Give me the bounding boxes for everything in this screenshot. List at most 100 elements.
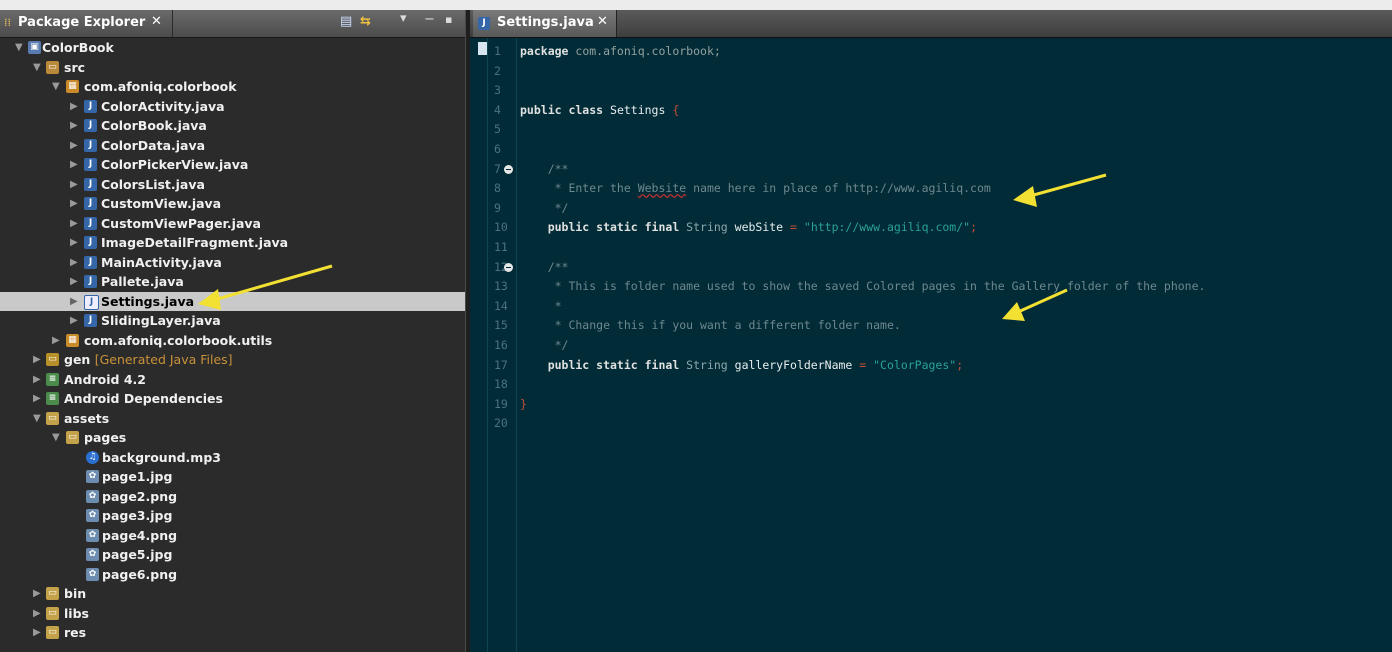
- collapsed-twisty-icon[interactable]: ▶: [70, 214, 80, 234]
- tree-item-src[interactable]: ▼ ▭ src: [0, 58, 465, 78]
- tree-item-customview[interactable]: ▶ J CustomView.java: [0, 194, 465, 214]
- java-file-icon: J: [84, 119, 97, 132]
- tree-item-android-4-2[interactable]: ▶ ≡ Android 4.2: [0, 370, 465, 390]
- tree-item-page2[interactable]: ✿ page2.png: [0, 487, 465, 507]
- tree-item-pages[interactable]: ▼ ▭ pages: [0, 428, 465, 448]
- view-menu-icon[interactable]: ▾: [400, 11, 407, 26]
- generated-folder-icon: ▭: [46, 353, 59, 366]
- collapsed-twisty-icon[interactable]: ▶: [33, 370, 43, 390]
- collapsed-twisty-icon[interactable]: ▶: [33, 623, 43, 643]
- tree-item-customviewpager[interactable]: ▶ J CustomViewPager.java: [0, 214, 465, 234]
- tab-divider: [172, 10, 173, 37]
- collapse-all-icon[interactable]: ▤: [340, 14, 352, 29]
- image-file-icon: ✿: [86, 567, 99, 581]
- folder-icon: ▭: [46, 411, 59, 425]
- maximize-icon[interactable]: ▪: [445, 13, 452, 26]
- close-view-icon[interactable]: ✕: [151, 14, 162, 29]
- tree-item-coloractivity[interactable]: ▶ J ColorActivity.java: [0, 97, 465, 117]
- tree-item-page6[interactable]: ✿ page6.png: [0, 565, 465, 585]
- collapsed-twisty-icon[interactable]: ▶: [33, 350, 43, 370]
- line-number: 16: [494, 338, 508, 352]
- java-file-icon: J: [84, 197, 97, 210]
- collapsed-twisty-icon[interactable]: ▶: [70, 97, 80, 117]
- code-line-package: package com.afoniq.colorbook;: [520, 44, 721, 58]
- collapsed-twisty-icon[interactable]: ▶: [70, 175, 80, 195]
- collapsed-twisty-icon[interactable]: ▶: [70, 194, 80, 214]
- line-number: 14: [494, 298, 508, 313]
- tree-item-colorbook[interactable]: ▼ ▣ ColorBook: [0, 38, 465, 58]
- tree-item-package-colorbook[interactable]: ▼ ▦ com.afoniq.colorbook: [0, 77, 465, 97]
- code-line-comment: * Enter the Website name here in place o…: [520, 181, 991, 196]
- tree-item-page1[interactable]: ✿ page1.jpg: [0, 467, 465, 487]
- editor-tab-title: Settings.java: [497, 15, 594, 30]
- line-number: 17: [494, 357, 508, 372]
- collapsed-twisty-icon[interactable]: ▶: [70, 272, 80, 292]
- tree-item-gen[interactable]: ▶ ▭ gen [Generated Java Files]: [0, 350, 465, 370]
- java-file-icon: J: [84, 99, 97, 113]
- collapsed-twisty-icon[interactable]: ▶: [70, 233, 80, 253]
- tree-item-colorbook-java[interactable]: ▶ J ColorBook.java: [0, 116, 465, 136]
- tree-item-libs[interactable]: ▶ ▭ libs: [0, 604, 465, 624]
- tree-item-colordata[interactable]: ▶ J ColorData.java: [0, 136, 465, 156]
- library-icon: ≡: [46, 372, 59, 386]
- code-line-comment: * Change this if you want a different fo…: [520, 318, 901, 333]
- java-file-icon: J: [84, 294, 99, 310]
- tree-item-imagedetailfragment[interactable]: ▶ J ImageDetailFragment.java: [0, 233, 465, 253]
- line-number-gutter: 1 2 3 4 5 6 7 8 9 10 11 12 13 14 15 16 1…: [487, 38, 517, 652]
- tree-item-page3[interactable]: ✿ page3.jpg: [0, 506, 465, 526]
- expanded-twisty-icon[interactable]: ▼: [33, 409, 43, 429]
- tree-item-colorslist[interactable]: ▶ J ColorsList.java: [0, 175, 465, 195]
- tree-item-android-dependencies[interactable]: ▶ ≡ Android Dependencies: [0, 389, 465, 409]
- line-number: 3: [494, 83, 501, 98]
- tree-item-mainactivity[interactable]: ▶ J MainActivity.java: [0, 253, 465, 273]
- collapsed-twisty-icon[interactable]: ▶: [33, 604, 43, 624]
- editor-tab-bar: J Settings.java ✕: [470, 10, 1392, 38]
- package-explorer-tab[interactable]: ⁞⁞ Package Explorer ✕ ▤ ⇆ ▾ − ▪: [0, 10, 465, 38]
- collapsed-twisty-icon[interactable]: ▶: [33, 584, 43, 604]
- close-tab-icon[interactable]: ✕: [597, 14, 608, 29]
- minimize-icon[interactable]: −: [424, 12, 435, 27]
- tree-item-background-mp3[interactable]: ♫ background.mp3: [0, 448, 465, 468]
- collapsed-twisty-icon[interactable]: ▶: [70, 155, 80, 175]
- expanded-twisty-icon[interactable]: ▼: [33, 58, 43, 78]
- code-line-comment: /**: [520, 259, 569, 274]
- java-file-icon: J: [84, 177, 97, 191]
- collapsed-twisty-icon[interactable]: ▶: [70, 136, 80, 156]
- tree-item-page5[interactable]: ✿ page5.jpg: [0, 545, 465, 565]
- current-line-marker: [478, 42, 487, 55]
- open-folder-icon: ▭: [66, 431, 79, 444]
- audio-file-icon: ♫: [86, 450, 99, 464]
- tree-item-page4[interactable]: ✿ page4.png: [0, 526, 465, 546]
- line-number: 10: [494, 220, 508, 235]
- fold-toggle-icon[interactable]: [504, 164, 513, 174]
- collapsed-twisty-icon[interactable]: ▶: [70, 116, 80, 136]
- collapsed-twisty-icon[interactable]: ▶: [70, 253, 80, 273]
- java-file-icon: J: [84, 216, 97, 230]
- project-tree: ▼ ▣ ColorBook ▼ ▭ src ▼ ▦ com.afoniq.colorbook…: [0, 38, 465, 643]
- arrow-website: [1013, 173, 1107, 207]
- link-with-editor-icon[interactable]: ⇆: [360, 14, 371, 29]
- tab-settings-java[interactable]: J Settings.java ✕: [473, 10, 617, 37]
- collapsed-twisty-icon[interactable]: ▶: [33, 389, 43, 409]
- tree-item-package-utils[interactable]: ▶ ▦ com.afoniq.colorbook.utils: [0, 331, 465, 351]
- collapsed-twisty-icon[interactable]: ▶: [70, 292, 80, 312]
- collapsed-twisty-icon[interactable]: ▶: [70, 311, 80, 331]
- tree-item-colorpickerview[interactable]: ▶ J ColorPickerView.java: [0, 155, 465, 175]
- tree-item-res[interactable]: ▶ ▭ res: [0, 623, 465, 643]
- line-number: 19: [494, 396, 508, 411]
- collapsed-twisty-icon[interactable]: ▶: [52, 331, 62, 351]
- expanded-twisty-icon[interactable]: ▼: [52, 428, 62, 448]
- expanded-twisty-icon[interactable]: ▼: [52, 77, 62, 97]
- package-explorer-title: Package Explorer: [18, 15, 146, 30]
- tree-item-assets[interactable]: ▼ ▭ assets: [0, 409, 465, 429]
- expanded-twisty-icon[interactable]: ▼: [15, 38, 25, 58]
- line-number: 5: [494, 122, 501, 137]
- source-folder-icon: ▭: [46, 60, 59, 74]
- fold-toggle-icon[interactable]: [504, 262, 513, 272]
- tree-item-bin[interactable]: ▶ ▭ bin: [0, 584, 465, 604]
- tree-item-settings-selected[interactable]: ▶ J Settings.java: [0, 291, 465, 312]
- line-number: 15: [494, 318, 508, 333]
- editor-vertical-ruler: [470, 38, 488, 652]
- tree-item-pallete[interactable]: ▶ J Pallete.java: [0, 272, 465, 292]
- tree-item-slidinglayer[interactable]: ▶ J SlidingLayer.java: [0, 311, 465, 331]
